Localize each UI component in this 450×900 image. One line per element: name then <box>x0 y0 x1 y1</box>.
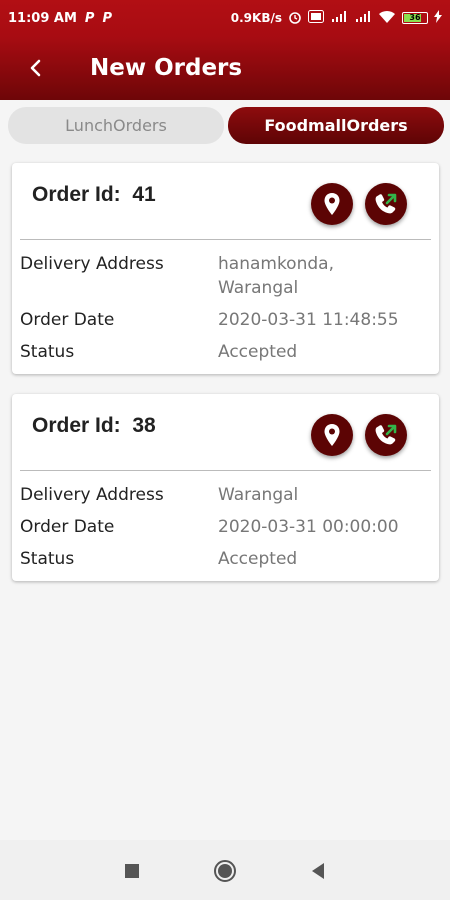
delivery-address-value: Warangal <box>218 485 299 505</box>
order-date-value: 2020-03-31 00:00:00 <box>218 517 399 537</box>
status-bar: 11:09 AM P P 0.9KB/s 36 <box>0 0 450 36</box>
phone-call-icon <box>375 424 397 445</box>
order-id: Order Id: 38 <box>32 414 156 438</box>
back-nav-button[interactable] <box>305 858 331 884</box>
address-line: hanamkonda, <box>218 254 334 274</box>
triangle-back-icon <box>312 863 324 879</box>
delivery-address-row: Delivery Address Warangal <box>12 483 439 507</box>
order-date-label: Order Date <box>20 517 115 537</box>
battery-level: 36 <box>409 13 421 22</box>
back-button[interactable] <box>0 36 70 100</box>
location-button[interactable] <box>311 414 353 456</box>
address-line: Warangal <box>218 278 299 298</box>
circle-icon <box>214 860 236 882</box>
call-button[interactable] <box>365 414 407 456</box>
order-card[interactable]: Order Id: 41 Delivery Address hanamkonda… <box>12 163 439 374</box>
notification-p-icon: P <box>102 10 112 26</box>
delivery-address-label: Delivery Address <box>20 485 164 505</box>
order-date-row: Order Date 2020-03-31 00:00:00 <box>12 515 439 539</box>
phone-call-icon <box>375 193 397 214</box>
delivery-address-row: Delivery Address hanamkonda, Warangal <box>12 252 439 300</box>
tab-foodmall-orders[interactable]: FoodmallOrders <box>228 107 444 144</box>
status-label: Status <box>20 549 75 569</box>
volte-icon <box>308 10 324 26</box>
order-tabs: LunchOrders FoodmallOrders <box>8 107 444 144</box>
status-value: Accepted <box>218 342 298 362</box>
order-id-label: Order Id: <box>32 414 121 437</box>
battery-icon: 36 <box>402 12 428 24</box>
back-arrow-icon <box>30 59 41 77</box>
delivery-address-value: hanamkonda, Warangal <box>218 252 439 300</box>
status-row: Status Accepted <box>12 340 439 364</box>
delivery-address-label: Delivery Address <box>20 254 164 274</box>
charging-icon <box>434 10 442 26</box>
order-date-label: Order Date <box>20 310 115 330</box>
order-date-row: Order Date 2020-03-31 11:48:55 <box>12 308 439 332</box>
status-row: Status Accepted <box>12 547 439 571</box>
notification-p-icon: P <box>84 10 95 26</box>
signal-icon <box>354 10 372 26</box>
signal-icon <box>330 10 348 26</box>
location-pin-icon <box>324 424 340 446</box>
order-id-value: 38 <box>132 414 156 437</box>
app-bar: New Orders <box>0 36 450 100</box>
home-button[interactable] <box>212 858 238 884</box>
order-id: Order Id: 41 <box>32 183 156 207</box>
order-date-value: 2020-03-31 11:48:55 <box>218 310 399 330</box>
order-id-label: Order Id: <box>32 183 121 206</box>
status-time: 11:09 AM <box>8 10 77 26</box>
system-nav-bar <box>0 840 450 900</box>
order-card[interactable]: Order Id: 38 Delivery Address Warangal O… <box>12 394 439 581</box>
call-button[interactable] <box>365 183 407 225</box>
location-button[interactable] <box>311 183 353 225</box>
recents-button[interactable] <box>119 858 145 884</box>
network-speed: 0.9KB/s <box>230 11 282 25</box>
page-title: New Orders <box>90 55 243 81</box>
status-label: Status <box>20 342 75 362</box>
alarm-icon <box>288 10 302 27</box>
status-value: Accepted <box>218 549 298 569</box>
square-icon <box>125 864 139 878</box>
wifi-icon <box>378 10 396 27</box>
location-pin-icon <box>324 193 340 215</box>
order-id-value: 41 <box>132 183 156 206</box>
tab-lunch-orders[interactable]: LunchOrders <box>8 107 224 144</box>
